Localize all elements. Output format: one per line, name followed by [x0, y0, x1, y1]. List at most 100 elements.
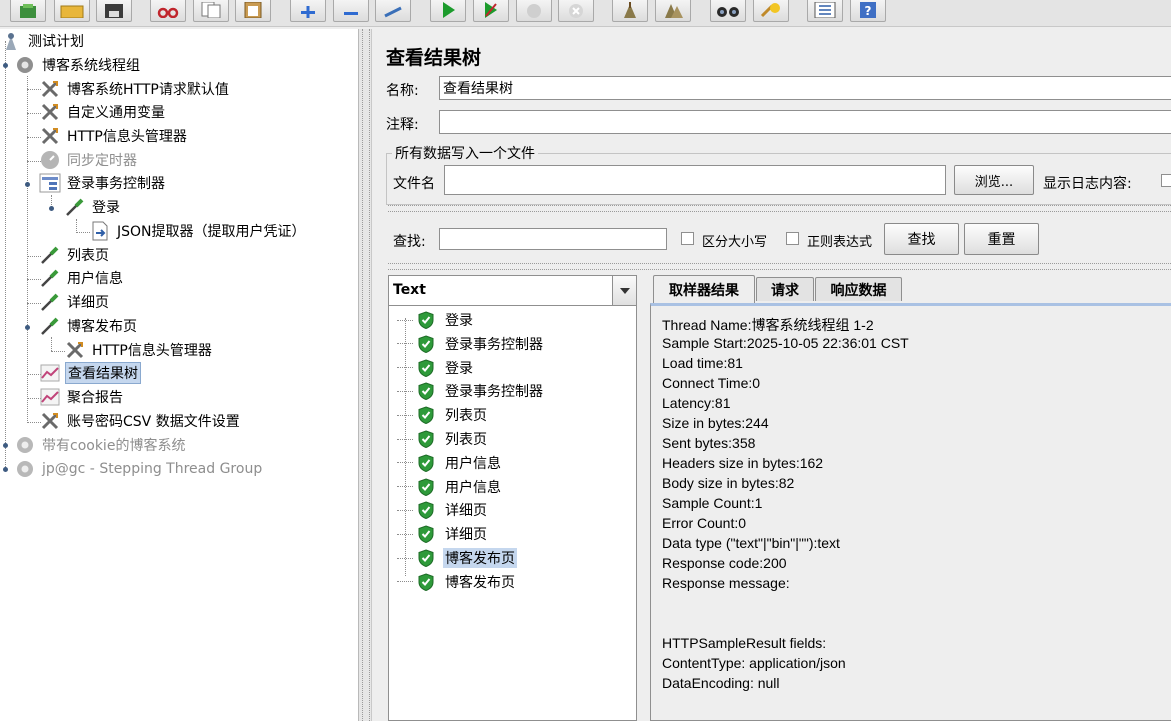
- tree-item-thread-group[interactable]: 博客系统线程组: [14, 54, 142, 76]
- log-errors-checkbox[interactable]: [1161, 174, 1171, 187]
- expand-icon[interactable]: [290, 0, 326, 22]
- tree-item-user-variables[interactable]: 自定义通用变量: [39, 101, 167, 123]
- search-input[interactable]: [439, 228, 667, 250]
- renderer-combobox[interactable]: Text: [389, 276, 636, 306]
- result-item-label: 详细页: [445, 503, 487, 520]
- tree-item-cookie-thread-group[interactable]: 带有cookie的博客系统: [14, 434, 187, 456]
- tree-item-http-defaults[interactable]: 博客系统HTTP请求默认值: [39, 78, 231, 100]
- result-item[interactable]: 用户信息: [397, 476, 503, 498]
- tree-item-label: JSON提取器（提取用户凭证）: [117, 224, 306, 240]
- result-detail-line: Latency:81: [662, 395, 731, 411]
- templates-icon[interactable]: [10, 0, 46, 22]
- tree-item-list-sampler[interactable]: 列表页: [39, 244, 111, 266]
- split-pane-divider[interactable]: [359, 29, 372, 721]
- start-no-pause-icon[interactable]: [473, 0, 509, 22]
- filename-label: 文件名: [393, 176, 435, 192]
- expand-handle[interactable]: [3, 467, 8, 472]
- search-icon[interactable]: [710, 0, 746, 22]
- result-item-label: 列表页: [445, 432, 487, 448]
- listener-icon: [39, 362, 61, 384]
- tree-item-label: HTTP信息头管理器: [67, 129, 187, 145]
- section-separator: [388, 205, 1171, 212]
- save-icon[interactable]: [96, 0, 132, 22]
- result-item[interactable]: 博客发布页: [397, 571, 517, 593]
- success-shield-icon: [417, 310, 435, 330]
- tree-item-transaction-controller[interactable]: 登录事务控制器: [39, 172, 167, 194]
- expand-handle[interactable]: [25, 182, 30, 187]
- tree-item-label: HTTP信息头管理器: [92, 343, 212, 359]
- start-icon[interactable]: [430, 0, 466, 22]
- tree-item-user-info-sampler[interactable]: 用户信息: [39, 267, 125, 289]
- tree-item-sync-timer[interactable]: 同步定时器: [39, 149, 139, 171]
- help-icon[interactable]: ?: [850, 0, 886, 22]
- reset-button[interactable]: 重置: [964, 223, 1039, 255]
- expand-handle[interactable]: [25, 325, 30, 330]
- comment-field[interactable]: [439, 110, 1171, 134]
- result-item[interactable]: 列表页: [397, 428, 489, 450]
- result-detail-line: Data type ("text"|"bin"|""):text: [662, 535, 840, 551]
- reset-search-icon[interactable]: [753, 0, 789, 22]
- list-connector: [397, 319, 413, 321]
- function-helper-icon[interactable]: [807, 0, 843, 22]
- clear-all-icon[interactable]: [655, 0, 691, 22]
- result-item[interactable]: 登录事务控制器: [397, 333, 545, 355]
- collapse-icon[interactable]: [333, 0, 369, 22]
- result-detail-line: Thread Name:博客系统线程组 1-2: [662, 317, 874, 333]
- regex-checkbox[interactable]: [786, 232, 799, 245]
- tab-sampler-result[interactable]: 取样器结果: [653, 275, 755, 303]
- case-sensitive-checkbox[interactable]: [681, 232, 694, 245]
- open-icon[interactable]: [54, 0, 90, 22]
- tree-item-csv-dataset[interactable]: 账号密码CSV 数据文件设置: [39, 410, 242, 432]
- tree-item-stepping-thread-group[interactable]: jp@gc - Stepping Thread Group: [14, 458, 264, 480]
- tree-item-header-manager-2[interactable]: HTTP信息头管理器: [64, 339, 214, 361]
- browse-button[interactable]: 浏览...: [954, 165, 1034, 195]
- listener-icon: [39, 386, 61, 408]
- paste-icon[interactable]: [235, 0, 271, 22]
- sampler-result-text: Thread Name:博客系统线程组 1-2 Sample Start:2025…: [650, 303, 1171, 721]
- tree-item-label: 测试计划: [28, 34, 84, 50]
- clear-icon[interactable]: [612, 0, 648, 22]
- tree-item-view-results-tree[interactable]: 查看结果树: [39, 362, 141, 384]
- tab-response-data[interactable]: 响应数据: [815, 277, 902, 301]
- tree-item-json-extractor[interactable]: JSON提取器（提取用户凭证）: [89, 220, 308, 242]
- tree-item-header-manager[interactable]: HTTP信息头管理器: [39, 125, 189, 147]
- copy-icon[interactable]: [193, 0, 229, 22]
- result-item[interactable]: 详细页: [397, 499, 489, 521]
- cut-icon[interactable]: [150, 0, 186, 22]
- result-item[interactable]: 用户信息: [397, 452, 503, 474]
- filename-field[interactable]: [444, 165, 946, 195]
- tab-request[interactable]: 请求: [756, 277, 814, 301]
- search-button[interactable]: 查找: [884, 223, 959, 255]
- view-results-tree-panel: 查看结果树 名称: 注释: 所有数据写入一个文件 文件名 浏览... 显示日志内…: [372, 29, 1171, 721]
- tree-item-test-plan[interactable]: 测试计划: [0, 30, 86, 52]
- thread-group-icon: [14, 434, 36, 456]
- tree-connector: [27, 76, 28, 421]
- list-connector: [397, 533, 413, 535]
- stop-icon[interactable]: [516, 0, 552, 22]
- result-item[interactable]: 博客发布页: [397, 547, 517, 569]
- result-item-label: 登录事务控制器: [445, 336, 543, 353]
- list-connector: [397, 557, 413, 559]
- expand-handle[interactable]: [49, 206, 54, 211]
- expand-handle[interactable]: [3, 443, 8, 448]
- tree-connector: [51, 351, 65, 352]
- toggle-icon[interactable]: [375, 0, 411, 22]
- tree-item-login-sampler[interactable]: 登录: [64, 196, 122, 218]
- success-shield-icon: [417, 572, 435, 592]
- result-item[interactable]: 列表页: [397, 404, 489, 426]
- chevron-down-icon[interactable]: [612, 276, 636, 305]
- name-field[interactable]: [439, 76, 1171, 100]
- tree-item-publish-sampler[interactable]: 博客发布页: [39, 315, 139, 337]
- result-item[interactable]: 登录: [397, 357, 475, 379]
- tree-item-aggregate-report[interactable]: 聚合报告: [39, 386, 125, 408]
- shutdown-icon[interactable]: [558, 0, 594, 22]
- result-item-label: 用户信息: [445, 455, 501, 472]
- result-item[interactable]: 登录事务控制器: [397, 380, 545, 402]
- expand-handle[interactable]: [3, 63, 8, 68]
- result-item[interactable]: 详细页: [397, 523, 489, 545]
- sample-result-list: Text 登录 登录事务控制器 登录 登录事务控制器 列表页 列表页 用户信息 用户信息 详细页…: [388, 275, 637, 721]
- panel-title: 查看结果树: [386, 47, 482, 69]
- result-item[interactable]: 登录: [397, 309, 475, 331]
- tree-item-detail-sampler[interactable]: 详细页: [39, 291, 111, 313]
- tree-item-label: 查看结果树: [65, 362, 141, 384]
